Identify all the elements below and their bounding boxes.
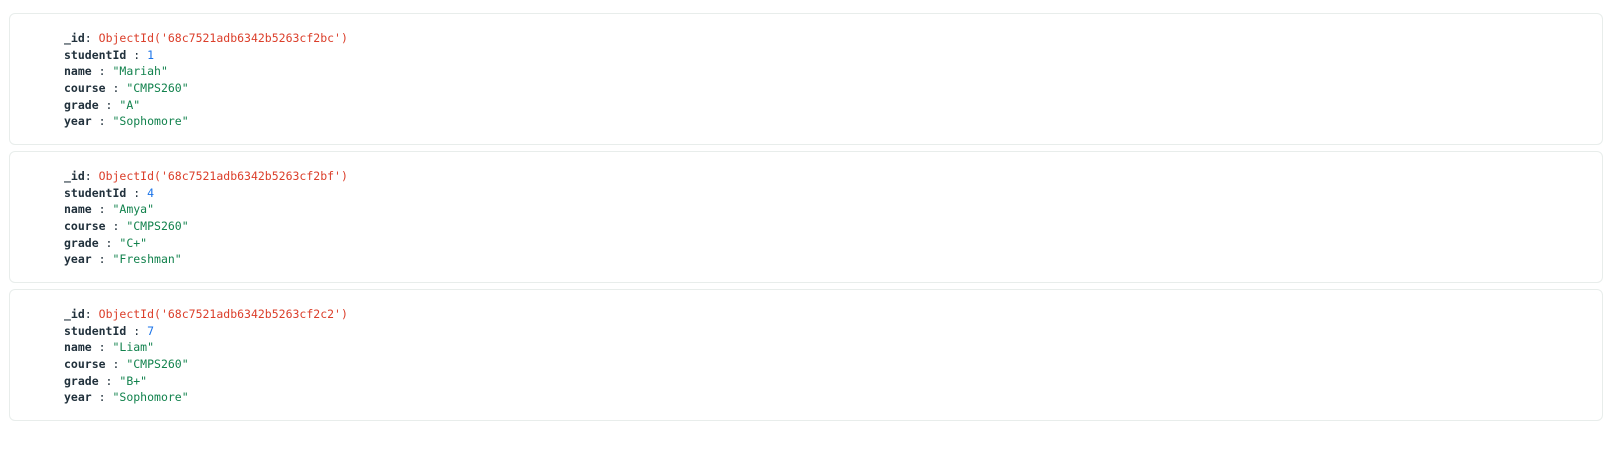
field-row-studentid: studentId : 4: [64, 185, 348, 202]
field-value-objectid: ObjectId('68c7521adb6342b5263cf2bc'): [98, 31, 348, 45]
field-key: _id: [64, 307, 85, 321]
field-row-grade: grade : "C+": [64, 235, 348, 252]
field-row-id: _id: ObjectId('68c7521adb6342b5263cf2c2'…: [64, 306, 348, 323]
field-separator: :: [84, 31, 99, 45]
document-card[interactable]: _id: ObjectId('68c7521adb6342b5263cf2bc'…: [9, 13, 1603, 145]
field-separator: :: [126, 185, 148, 200]
field-row-year: year : "Sophomore": [64, 113, 348, 130]
field-separator: :: [91, 252, 113, 267]
field-key: course: [64, 357, 106, 372]
field-row-name: name : "Liam": [64, 339, 348, 356]
document-fields: _id: ObjectId('68c7521adb6342b5263cf2bc'…: [64, 30, 348, 130]
field-separator: :: [91, 390, 113, 405]
field-value-number: 1: [147, 47, 155, 62]
field-row-id: _id: ObjectId('68c7521adb6342b5263cf2bc'…: [64, 30, 348, 47]
field-key: name: [64, 64, 92, 79]
field-key: course: [64, 81, 106, 96]
field-key: studentId: [64, 47, 127, 62]
field-key: studentId: [64, 185, 127, 200]
field-key: name: [64, 202, 92, 217]
document-fields: _id: ObjectId('68c7521adb6342b5263cf2c2'…: [64, 306, 348, 406]
field-separator: :: [126, 323, 148, 338]
field-separator: :: [126, 47, 148, 62]
field-value-string: "CMPS260": [126, 357, 189, 372]
document-list: _id: ObjectId('68c7521adb6342b5263cf2bc'…: [9, 13, 1603, 427]
field-key: grade: [64, 373, 99, 388]
field-separator: :: [98, 373, 120, 388]
field-row-course: course : "CMPS260": [64, 218, 348, 235]
field-row-id: _id: ObjectId('68c7521adb6342b5263cf2bf'…: [64, 168, 348, 185]
field-value-string: "A": [119, 97, 141, 112]
field-value-number: 7: [147, 323, 155, 338]
field-value-string: "CMPS260": [126, 81, 189, 96]
field-key: name: [64, 340, 92, 355]
field-separator: :: [105, 81, 127, 96]
field-separator: :: [91, 64, 113, 79]
field-key: studentId: [64, 323, 127, 338]
field-value-objectid: ObjectId('68c7521adb6342b5263cf2bf'): [98, 169, 348, 183]
document-fields: _id: ObjectId('68c7521adb6342b5263cf2bf'…: [64, 168, 348, 268]
field-value-string: "Amya": [112, 202, 155, 217]
field-key: course: [64, 219, 106, 234]
field-row-year: year : "Sophomore": [64, 389, 348, 406]
field-row-name: name : "Mariah": [64, 63, 348, 80]
field-key: year: [64, 390, 92, 405]
field-separator: :: [84, 169, 99, 183]
field-value-string: "Sophomore": [112, 390, 189, 405]
field-row-grade: grade : "A": [64, 97, 348, 114]
field-row-year: year : "Freshman": [64, 251, 348, 268]
field-separator: :: [105, 219, 127, 234]
field-row-course: course : "CMPS260": [64, 80, 348, 97]
field-separator: :: [91, 340, 113, 355]
field-value-string: "B+": [119, 373, 148, 388]
field-separator: :: [84, 307, 99, 321]
field-row-studentid: studentId : 1: [64, 47, 348, 64]
field-row-name: name : "Amya": [64, 201, 348, 218]
field-value-number: 4: [147, 185, 155, 200]
field-key: grade: [64, 97, 99, 112]
field-separator: :: [98, 97, 120, 112]
field-value-string: "Freshman": [112, 252, 182, 267]
field-row-course: course : "CMPS260": [64, 356, 348, 373]
field-row-studentid: studentId : 7: [64, 323, 348, 340]
field-key: year: [64, 252, 92, 267]
field-key: grade: [64, 235, 99, 250]
field-key: _id: [64, 169, 85, 183]
field-separator: :: [105, 357, 127, 372]
field-separator: :: [98, 235, 120, 250]
field-value-string: "C+": [119, 235, 148, 250]
field-value-string: "Mariah": [112, 64, 168, 79]
field-key: year: [64, 114, 92, 129]
field-value-string: "Liam": [112, 340, 155, 355]
field-key: _id: [64, 31, 85, 45]
field-value-string: "Sophomore": [112, 114, 189, 129]
document-card[interactable]: _id: ObjectId('68c7521adb6342b5263cf2c2'…: [9, 289, 1603, 421]
document-card[interactable]: _id: ObjectId('68c7521adb6342b5263cf2bf'…: [9, 151, 1603, 283]
field-value-string: "CMPS260": [126, 219, 189, 234]
field-separator: :: [91, 202, 113, 217]
field-row-grade: grade : "B+": [64, 373, 348, 390]
field-value-objectid: ObjectId('68c7521adb6342b5263cf2c2'): [98, 307, 348, 321]
field-separator: :: [91, 114, 113, 129]
